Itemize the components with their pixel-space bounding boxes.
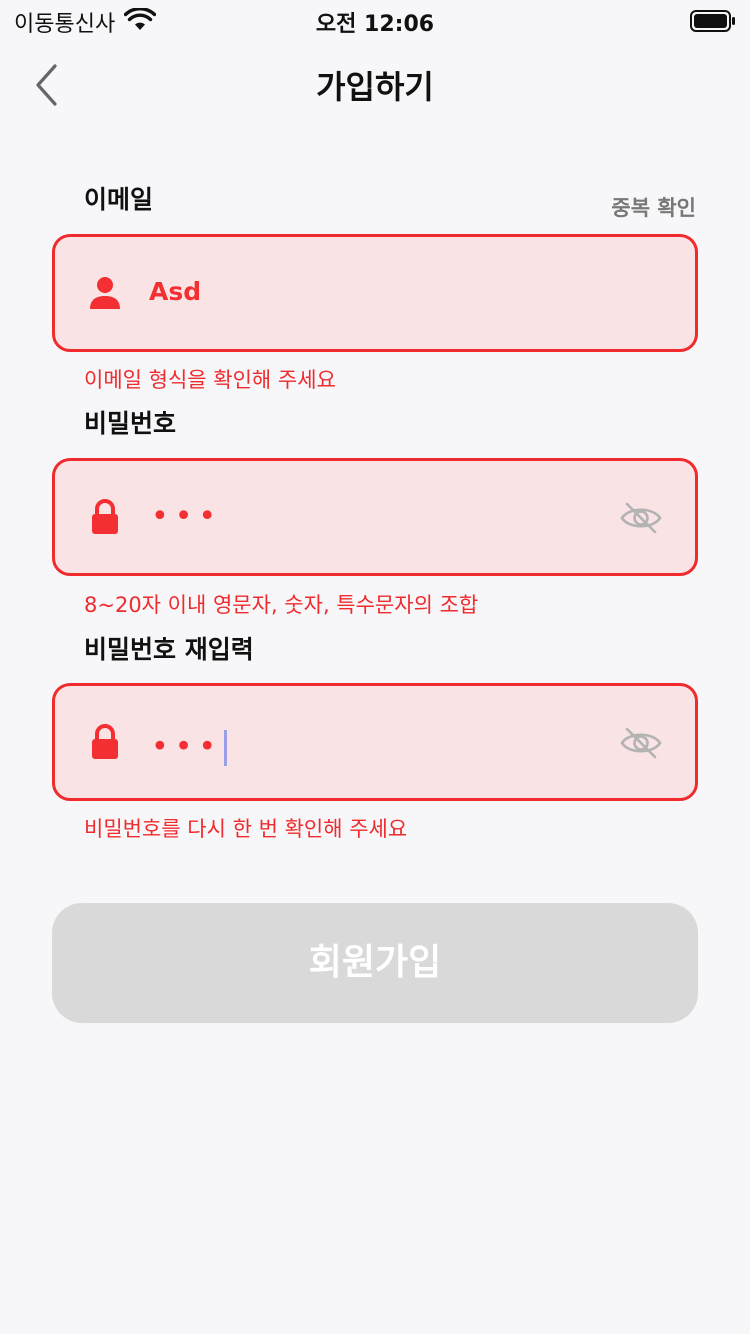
page-title: 가입하기 <box>316 68 434 106</box>
password-confirm-label: 비밀번호 재입력 <box>84 635 254 664</box>
password-error: 8~20자 이내 영문자, 숫자, 특수문자의 조합 <box>84 593 479 617</box>
signup-screen: 이동통신사 오전 12:06 가입하기 이메일 중복 확인 Asd 이메일 형식… <box>0 0 750 1334</box>
text-caret <box>224 730 228 766</box>
password-confirm-masked-value: ••• <box>151 729 228 766</box>
battery-icon <box>690 10 736 36</box>
duplicate-check-button[interactable]: 중복 확인 <box>611 192 696 222</box>
password-confirm-error: 비밀번호를 다시 한 번 확인해 주세요 <box>84 817 408 841</box>
signup-button[interactable]: 회원가입 <box>52 903 698 1023</box>
password-field[interactable]: ••• <box>52 458 698 576</box>
password-masked-value: ••• <box>151 499 223 534</box>
eye-slash-icon[interactable] <box>619 501 663 535</box>
status-bar: 이동통신사 오전 12:06 <box>0 0 750 44</box>
password-confirm-field[interactable]: ••• <box>52 683 698 801</box>
clock: 오전 12:06 <box>315 12 435 37</box>
email-value: Asd <box>149 277 202 306</box>
lock-icon <box>89 724 121 760</box>
lock-icon <box>89 499 121 535</box>
email-error: 이메일 형식을 확인해 주세요 <box>84 368 336 392</box>
email-label: 이메일 <box>84 185 154 214</box>
password-confirm-dots: ••• <box>151 729 223 765</box>
user-icon <box>89 275 121 311</box>
password-label: 비밀번호 <box>84 409 177 438</box>
eye-slash-icon[interactable] <box>619 726 663 760</box>
email-field[interactable]: Asd <box>52 234 698 352</box>
